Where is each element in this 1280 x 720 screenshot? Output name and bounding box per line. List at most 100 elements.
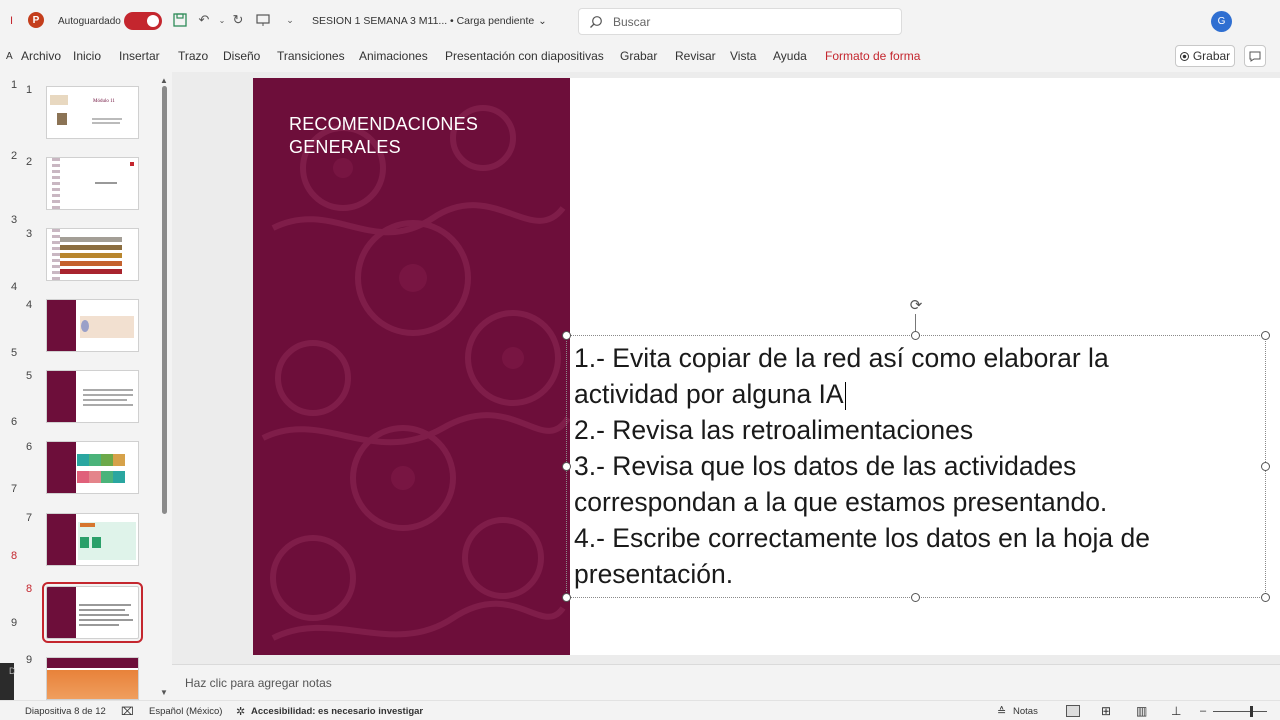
tab-archivo[interactable]: Archivo xyxy=(21,42,61,70)
present-icon[interactable] xyxy=(255,12,271,28)
body-line: 4.- Escribe correctamente los datos en l… xyxy=(574,523,1150,553)
tab-diseno[interactable]: Diseño xyxy=(223,42,260,70)
document-status[interactable]: • Carga pendiente ⌄ xyxy=(450,0,547,42)
resize-handle[interactable] xyxy=(911,593,920,602)
slide-number: 4 xyxy=(26,299,33,311)
slide-number: 1 xyxy=(11,79,18,91)
slide-thumbnail-3[interactable] xyxy=(46,228,139,281)
tab-animaciones[interactable]: Animaciones xyxy=(359,42,428,70)
resize-handle[interactable] xyxy=(911,331,920,340)
rotate-handle-icon[interactable]: ⟳ xyxy=(907,296,925,314)
slide-thumbnail-7[interactable] xyxy=(46,513,139,566)
thumb-line xyxy=(79,609,125,611)
slide-sorter-icon[interactable]: ⊞ xyxy=(1101,701,1111,720)
slide-number: 4 xyxy=(11,281,18,293)
logo-thumb xyxy=(50,95,68,105)
accessibility-icon[interactable]: ✲ xyxy=(236,701,245,720)
slide-thumbnail-9[interactable] xyxy=(46,657,139,700)
thumb-header xyxy=(47,658,138,668)
resize-handle[interactable] xyxy=(1261,462,1270,471)
tab-formato-de-forma[interactable]: Formato de forma xyxy=(825,42,920,70)
slide-body-text[interactable]: 1.- Evita copiar de la red así como elab… xyxy=(574,340,1254,592)
redo-icon[interactable]: ↻ xyxy=(230,12,246,28)
edge-marker: I xyxy=(10,15,14,27)
thumb-logo xyxy=(130,162,134,166)
zoom-out-icon[interactable]: – xyxy=(1200,701,1206,720)
tab-trazo[interactable]: Trazo xyxy=(178,42,208,70)
notes-toggle[interactable]: Notas xyxy=(1013,701,1038,720)
thumb-panel xyxy=(47,514,76,565)
slide-number: 3 xyxy=(26,228,33,240)
slide-number: 9 xyxy=(26,654,33,666)
tab-grabar[interactable]: Grabar xyxy=(620,42,657,70)
resize-handle[interactable] xyxy=(562,593,571,602)
thumb-bar xyxy=(80,523,95,527)
slide-thumbnail-5[interactable] xyxy=(46,370,139,423)
tab-transiciones[interactable]: Transiciones xyxy=(277,42,345,70)
thumb-line xyxy=(95,182,117,184)
customize-icon[interactable]: ⌄ xyxy=(282,12,298,28)
current-slide[interactable]: RECOMENDACIONES GENERALES ⟳ 1.- Evita co… xyxy=(253,78,1280,655)
reading-view-icon[interactable]: ▥ xyxy=(1136,701,1147,720)
slide-thumbnail-8[interactable] xyxy=(42,582,143,643)
normal-view-icon[interactable] xyxy=(1066,705,1080,717)
spellcheck-icon[interactable]: ⌧ xyxy=(121,701,134,720)
resize-handle[interactable] xyxy=(562,331,571,340)
thumb-pattern xyxy=(52,158,60,209)
slide-thumbnail-2[interactable] xyxy=(46,157,139,210)
save-icon[interactable] xyxy=(172,12,188,28)
thumb-image xyxy=(81,320,89,332)
search-icon xyxy=(590,15,602,28)
search-placeholder: Buscar xyxy=(613,14,651,29)
tab-inicio[interactable]: Inicio xyxy=(73,42,101,70)
slideshow-view-icon[interactable]: ⊥ xyxy=(1171,701,1181,720)
language-indicator[interactable]: Español (México) xyxy=(149,701,222,720)
slide-number: 7 xyxy=(11,483,18,495)
tab-vista[interactable]: Vista xyxy=(730,42,756,70)
accessibility-status[interactable]: Accesibilidad: es necesario investigar xyxy=(251,701,423,720)
thumb-line xyxy=(79,619,133,621)
thumbnail-scrollbar[interactable] xyxy=(162,86,167,514)
thumb-line xyxy=(83,404,133,406)
slide-thumbnail-6[interactable] xyxy=(46,441,139,494)
tab-revisar[interactable]: Revisar xyxy=(675,42,716,70)
autosave-label: Autoguardado xyxy=(58,15,121,27)
undo-icon[interactable]: ↶ xyxy=(196,12,212,28)
notes-pane[interactable]: Haz clic para agregar notas xyxy=(172,664,1280,700)
record-icon xyxy=(1179,51,1189,61)
slide-number: 9 xyxy=(11,617,18,629)
slide-number: 5 xyxy=(11,347,18,359)
avatar[interactable]: G xyxy=(1211,11,1232,32)
body-line-with-caret: actividad por alguna IA xyxy=(574,376,1254,412)
slide-thumbnail-1[interactable]: Módulo 11 xyxy=(46,86,139,139)
zoom-slider-knob[interactable] xyxy=(1250,706,1253,717)
resize-handle[interactable] xyxy=(1261,331,1270,340)
tab-ayuda[interactable]: Ayuda xyxy=(773,42,807,70)
slide-thumbnail-4[interactable] xyxy=(46,299,139,352)
resize-handle[interactable] xyxy=(1261,593,1270,602)
title-panel: RECOMENDACIONES GENERALES xyxy=(253,78,570,655)
tab-presentacion[interactable]: Presentación con diapositivas xyxy=(445,42,604,70)
thumb-panel xyxy=(47,300,76,351)
search-input[interactable]: Buscar xyxy=(578,8,902,35)
body-line: correspondan a la que estamos presentand… xyxy=(574,487,1108,517)
record-button[interactable]: Grabar xyxy=(1175,45,1235,67)
floral-pattern xyxy=(261,105,570,641)
autosave-toggle[interactable] xyxy=(124,12,162,30)
tab-insertar[interactable]: Insertar xyxy=(119,42,160,70)
slide-title[interactable]: RECOMENDACIONES GENERALES xyxy=(289,113,549,159)
notes-icon[interactable]: ≙ xyxy=(997,701,1006,720)
comment-icon[interactable] xyxy=(1244,45,1266,67)
resize-handle[interactable] xyxy=(562,462,571,471)
ribbon-collapse-icon[interactable]: A xyxy=(6,42,13,70)
thumb-tiles xyxy=(77,454,125,466)
slide-number: 2 xyxy=(11,150,18,162)
scroll-up-icon[interactable]: ▲ xyxy=(160,76,168,85)
zoom-slider[interactable] xyxy=(1213,711,1267,712)
scroll-down-icon[interactable]: ▼ xyxy=(160,688,168,697)
thumb-panel xyxy=(47,371,76,422)
thumb-line xyxy=(79,624,119,626)
chevron-down-icon[interactable]: ⌄ xyxy=(214,12,230,28)
thumb-line xyxy=(83,399,127,401)
document-title[interactable]: SESION 1 SEMANA 3 M11... xyxy=(312,0,447,42)
